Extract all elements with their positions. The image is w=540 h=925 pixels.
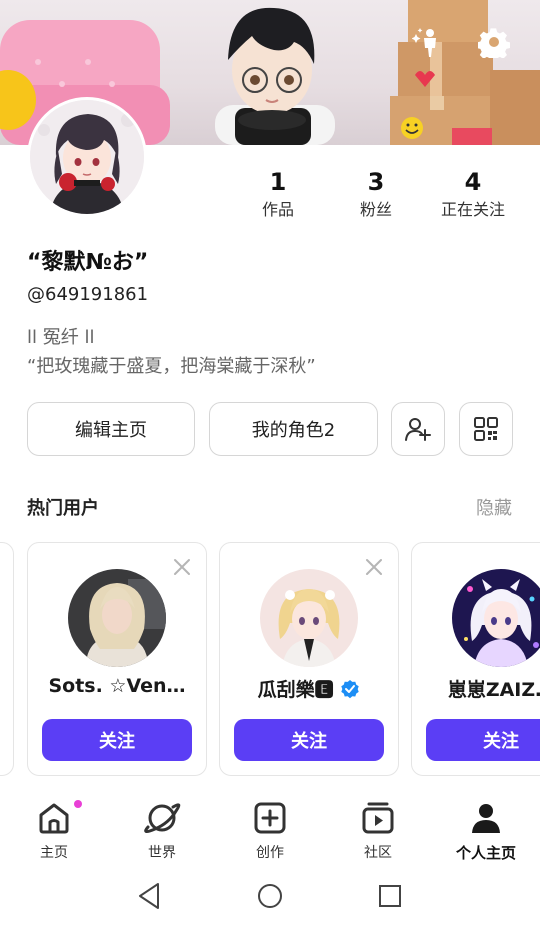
- qr-code-button[interactable]: [459, 402, 513, 456]
- follow-label: 关注: [99, 731, 135, 752]
- add-user-icon: [405, 418, 431, 441]
- bottom-nav: 主页 世界 创作 社区 个人主页: [0, 790, 540, 870]
- nav-profile[interactable]: 个人主页: [432, 798, 540, 863]
- nav-home-label: 主页: [40, 845, 68, 861]
- stat-works[interactable]: 1 作品: [228, 168, 328, 224]
- hot-users-carousel[interactable]: Sots. ☆Ven… 关注 瓜刮樂🅴 关注 崽崽ZAIZ 关注: [0, 542, 540, 778]
- system-nav-bar: [0, 866, 540, 925]
- home-icon: [39, 803, 69, 834]
- stat-followers[interactable]: 3 粉丝: [326, 168, 426, 224]
- profile-stats: 1 作品 3 粉丝 4 正在关注: [228, 168, 528, 228]
- stat-following-count: 4: [464, 168, 482, 196]
- user-name: Sots. ☆Ven…: [48, 675, 186, 697]
- avatar-image: [30, 100, 144, 214]
- user-photo: [260, 569, 358, 667]
- nav-community[interactable]: 社区: [324, 798, 432, 862]
- nav-world-label: 世界: [148, 845, 176, 861]
- user-name-row: 瓜刮樂🅴: [230, 675, 388, 702]
- add-friend-button[interactable]: [391, 402, 445, 456]
- close-icon[interactable]: [364, 557, 384, 577]
- profile-avatar[interactable]: [27, 97, 147, 217]
- verified-badge-icon: [341, 680, 360, 699]
- user-name: 崽崽ZAIZ…: [447, 679, 540, 701]
- nav-create-label: 创作: [256, 845, 284, 861]
- nav-world[interactable]: 世界: [108, 798, 216, 862]
- follow-button[interactable]: 关注: [234, 719, 384, 761]
- recents-square-icon[interactable]: [374, 880, 406, 912]
- edit-profile-button[interactable]: 编辑主页: [27, 402, 195, 456]
- planet-icon: [144, 803, 181, 834]
- create-plus-icon: [254, 802, 286, 834]
- hide-hot-users-link[interactable]: 隐藏: [476, 494, 512, 520]
- avatar-outfit-icon[interactable]: [412, 26, 446, 60]
- stat-works-count: 1: [269, 168, 287, 196]
- user-avatar[interactable]: [260, 569, 358, 667]
- nav-create[interactable]: 创作: [216, 798, 324, 862]
- follow-button[interactable]: 关注: [42, 719, 192, 761]
- hot-users-title: 热门用户: [27, 498, 99, 519]
- bio-line-2: “把玫瑰藏于盛夏，把海棠藏于深秋”: [27, 356, 316, 377]
- user-avatar[interactable]: [452, 569, 540, 667]
- follow-button[interactable]: 关注: [426, 719, 540, 761]
- edit-profile-label: 编辑主页: [75, 420, 147, 441]
- user-photo: [452, 569, 540, 667]
- settings-gear-icon[interactable]: [478, 26, 512, 60]
- home-circle-icon[interactable]: [254, 880, 286, 912]
- user-photo: [68, 569, 166, 667]
- user-card-partial: [0, 542, 14, 776]
- stat-following[interactable]: 4 正在关注: [423, 168, 523, 224]
- stat-works-label: 作品: [261, 200, 294, 219]
- qr-code-icon: [474, 417, 498, 441]
- profile-person-icon: [472, 804, 500, 833]
- user-name: 瓜刮樂🅴: [257, 679, 334, 701]
- my-characters-button[interactable]: 我的角色2: [209, 402, 378, 456]
- stat-followers-label: 粉丝: [359, 200, 392, 219]
- user-card[interactable]: 瓜刮樂🅴 关注: [219, 542, 399, 776]
- stat-following-label: 正在关注: [440, 200, 505, 219]
- community-video-icon: [362, 802, 394, 834]
- stat-followers-count: 3: [367, 168, 385, 196]
- nav-home[interactable]: 主页: [0, 798, 108, 862]
- notification-dot: [74, 800, 82, 808]
- user-card[interactable]: Sots. ☆Ven… 关注: [27, 542, 207, 776]
- close-icon[interactable]: [172, 557, 192, 577]
- follow-label: 关注: [483, 731, 519, 752]
- nav-profile-label: 个人主页: [455, 844, 516, 862]
- user-handle: @649191861: [27, 284, 149, 305]
- user-avatar[interactable]: [68, 569, 166, 667]
- back-triangle-icon[interactable]: [134, 880, 166, 912]
- my-characters-label: 我的角色2: [251, 420, 336, 441]
- follow-label: 关注: [291, 731, 327, 752]
- user-card[interactable]: 崽崽ZAIZ… 关注: [411, 542, 540, 776]
- nav-community-label: 社区: [364, 845, 392, 861]
- display-name: “黎默№お”: [27, 250, 149, 275]
- bio-line-1: ll 冤纤 ll: [27, 327, 95, 348]
